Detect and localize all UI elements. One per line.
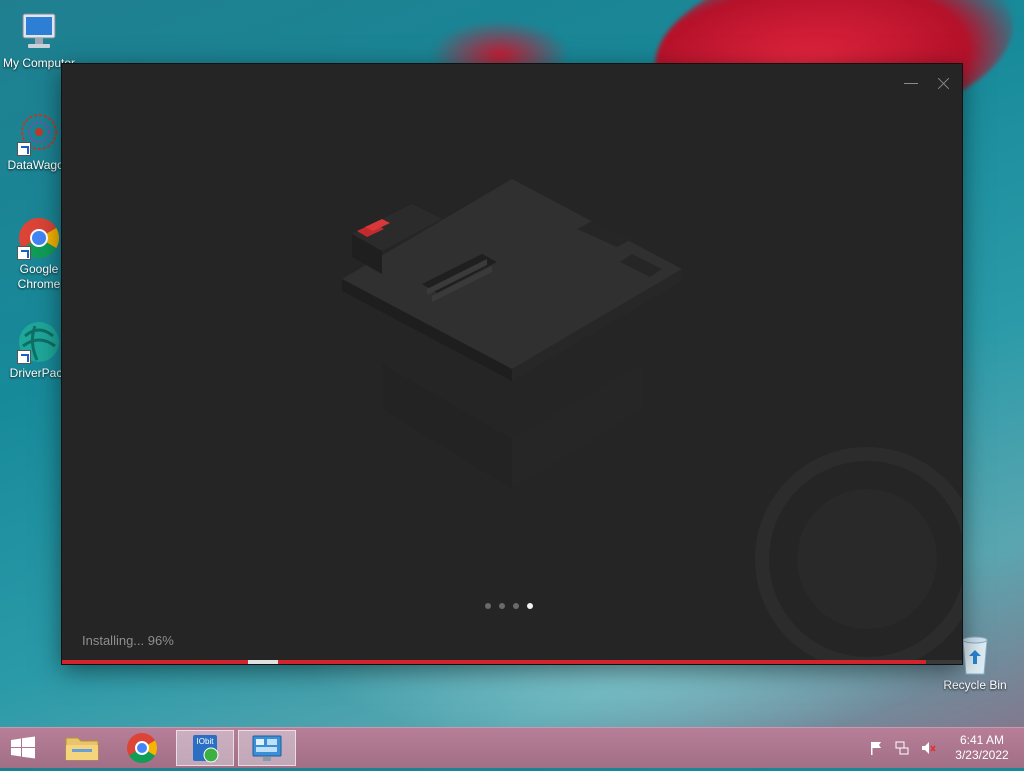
slide-indicator — [485, 603, 533, 609]
close-button[interactable] — [930, 74, 956, 94]
taskbar: IObit 6:41 AM 3/23/2022 — [0, 727, 1024, 768]
desktop-icon-my-computer[interactable]: My Computer — [2, 10, 76, 71]
control-panel-icon — [252, 735, 282, 761]
svg-text:IObit: IObit — [197, 737, 215, 746]
slide-dot[interactable] — [513, 603, 519, 609]
chrome-icon — [127, 733, 158, 764]
iobit-icon: IObit — [193, 735, 219, 763]
taskbar-clock[interactable]: 6:41 AM 3/23/2022 — [950, 733, 1014, 763]
slide-dot[interactable] — [499, 603, 505, 609]
desktop-icon-label: Google Chrome — [17, 262, 61, 291]
install-progress-bar — [62, 660, 962, 664]
clock-time: 6:41 AM — [959, 733, 1005, 747]
desktop-icon-label: Recycle Bin — [943, 678, 1007, 692]
taskbar-iobit-installer[interactable]: IObit — [176, 730, 234, 766]
shortcut-arrow-icon — [17, 246, 31, 260]
taskbar-file-explorer[interactable] — [54, 730, 110, 766]
taskbar-google-chrome[interactable] — [114, 730, 170, 766]
windows-logo-icon — [11, 736, 35, 759]
minimize-button[interactable] — [898, 74, 924, 94]
shortcut-arrow-icon — [17, 142, 31, 156]
install-status-text: Installing... 96% — [82, 633, 174, 648]
slide-dot-active[interactable] — [527, 603, 533, 609]
action-center-flag-icon[interactable] — [868, 740, 884, 756]
volume-muted-icon[interactable] — [920, 740, 936, 756]
progress-highlight — [248, 660, 278, 664]
installer-window: Installing... 96% — [62, 64, 962, 664]
driverpack-icon — [17, 320, 61, 364]
minimize-icon — [904, 83, 918, 84]
shortcut-arrow-icon — [17, 350, 31, 364]
system-tray: 6:41 AM 3/23/2022 — [868, 728, 1014, 768]
slide-dot[interactable] — [485, 603, 491, 609]
folder-icon — [65, 737, 99, 761]
chrome-icon — [17, 216, 61, 260]
desktop-icon-label: DriverPack — [9, 366, 69, 380]
start-button[interactable] — [6, 734, 40, 762]
network-icon[interactable] — [894, 740, 910, 756]
taskbar-control-panel[interactable] — [238, 730, 296, 766]
device-illustration — [342, 179, 682, 489]
progress-fill — [62, 660, 926, 664]
watermark-logo — [755, 447, 962, 664]
computer-icon — [17, 10, 61, 54]
clock-date: 3/23/2022 — [955, 748, 1009, 762]
datawagon-icon — [17, 112, 61, 156]
